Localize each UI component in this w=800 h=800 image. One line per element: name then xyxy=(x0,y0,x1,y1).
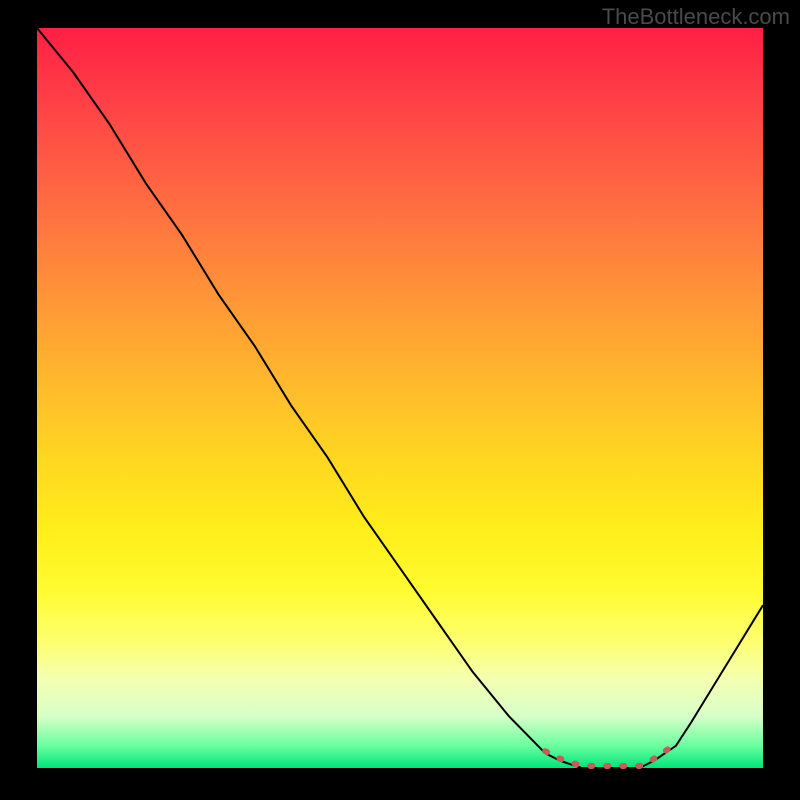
watermark-text: TheBottleneck.com xyxy=(602,4,790,30)
plot-area xyxy=(37,28,763,768)
chart-svg xyxy=(37,28,763,768)
bottleneck-curve xyxy=(37,28,763,768)
